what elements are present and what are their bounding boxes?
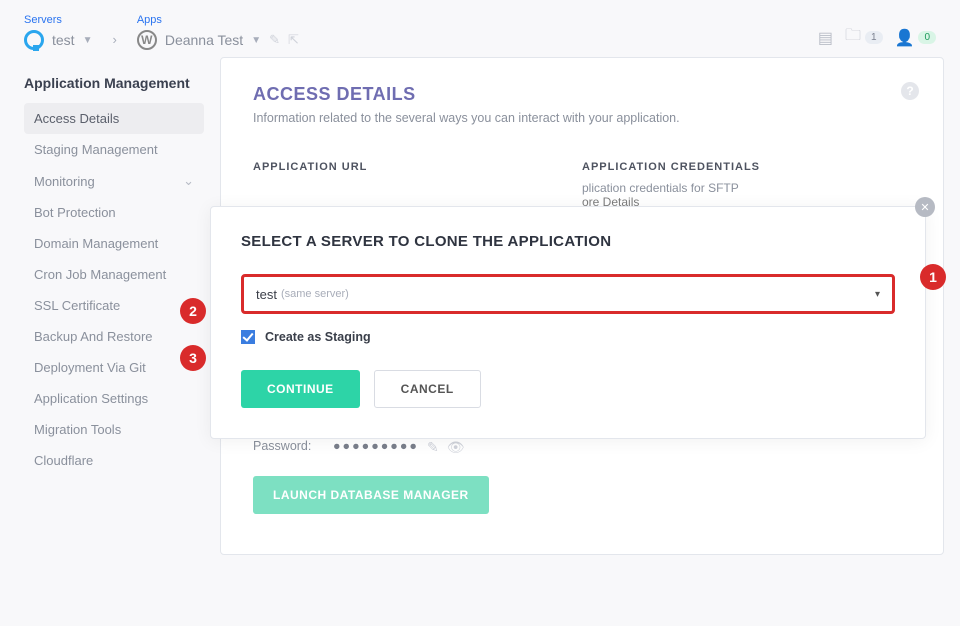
sidebar-item-label: SSL Certificate xyxy=(34,298,120,313)
breadcrumb: Servers test ▼ › Apps W Deanna Test ▼ ✎ … xyxy=(24,14,299,50)
digitalocean-icon xyxy=(24,30,44,50)
annotation-marker-2: 2 xyxy=(180,298,206,324)
server-select-value: test xyxy=(256,287,277,302)
caret-down-icon: ▾ xyxy=(875,289,880,300)
caret-down-icon[interactable]: ▼ xyxy=(251,35,261,46)
sidebar-item-deployment-via-git[interactable]: Deployment Via Git xyxy=(24,352,204,383)
crumb-app-name: Deanna Test xyxy=(165,32,243,48)
sidebar-item-bot-protection[interactable]: Bot Protection xyxy=(24,197,204,228)
caret-down-icon[interactable]: ▼ xyxy=(83,35,93,46)
server-select-dropdown[interactable]: test (same server) ▾ xyxy=(241,274,895,314)
projects-icon[interactable]: 🗀1 xyxy=(845,24,883,51)
crumb-apps-label: Apps xyxy=(137,14,299,26)
sidebar-title: Application Management xyxy=(24,75,204,91)
create-as-staging-row[interactable]: Create as Staging xyxy=(241,330,895,344)
clone-application-modal: ✕ SELECT A SERVER TO CLONE THE APPLICATI… xyxy=(210,206,926,439)
sidebar-item-label: Application Settings xyxy=(34,391,148,406)
sidebar: Application Management Access Details Sta… xyxy=(24,57,204,555)
annotation-marker-3: 3 xyxy=(180,345,206,371)
modal-title: SELECT A SERVER TO CLONE THE APPLICATION xyxy=(241,233,895,250)
sidebar-item-label: Cloudflare xyxy=(34,453,93,468)
sidebar-item-domain-management[interactable]: Domain Management xyxy=(24,228,204,259)
pencil-icon[interactable]: ✎ xyxy=(427,439,439,456)
sidebar-item-application-settings[interactable]: Application Settings xyxy=(24,383,204,414)
sidebar-item-label: Staging Management xyxy=(34,142,158,157)
chevron-down-icon: ⌄ xyxy=(183,173,194,189)
sidebar-item-staging-management[interactable]: Staging Management xyxy=(24,134,204,165)
app-credentials-heading: APPLICATION CREDENTIALS xyxy=(582,161,911,173)
user-icon[interactable]: 👤0 xyxy=(895,28,936,48)
sidebar-item-label: Deployment Via Git xyxy=(34,360,146,375)
help-icon[interactable]: ? xyxy=(901,82,919,100)
create-as-staging-checkbox[interactable] xyxy=(241,330,255,344)
page-subtitle: Information related to the several ways … xyxy=(253,111,911,125)
sidebar-item-label: Backup And Restore xyxy=(34,329,153,344)
sidebar-item-monitoring[interactable]: Monitoring ⌄ xyxy=(24,165,204,197)
sidebar-item-label: Bot Protection xyxy=(34,205,116,220)
create-as-staging-label: Create as Staging xyxy=(265,330,371,344)
sidebar-item-label: Migration Tools xyxy=(34,422,121,437)
credentials-text-fragment: plication credentials for SFTP xyxy=(582,181,739,195)
app-url-heading: APPLICATION URL xyxy=(253,161,582,173)
external-link-icon[interactable]: ⇱ xyxy=(288,32,299,48)
eye-icon[interactable]: 👁 xyxy=(447,439,465,456)
sidebar-item-backup-and-restore[interactable]: Backup And Restore xyxy=(24,321,204,352)
sidebar-item-ssl-certificate[interactable]: SSL Certificate xyxy=(24,290,204,321)
sidebar-item-label: Domain Management xyxy=(34,236,158,251)
server-view-icon[interactable]: ▤ xyxy=(818,28,833,48)
sidebar-item-label: Monitoring xyxy=(34,174,95,189)
sidebar-item-cloudflare[interactable]: Cloudflare xyxy=(24,445,204,476)
crumb-servers[interactable]: Servers test ▼ xyxy=(24,14,92,50)
crumb-apps[interactable]: Apps W Deanna Test ▼ ✎ ⇱ xyxy=(137,14,299,50)
cancel-button[interactable]: CANCEL xyxy=(374,370,481,408)
top-right-icons: ▤ 🗀1 👤0 xyxy=(818,14,936,51)
user-badge: 0 xyxy=(918,31,936,44)
annotation-marker-1: 1 xyxy=(920,264,946,290)
pencil-icon[interactable]: ✎ xyxy=(269,32,280,48)
sidebar-item-migration-tools[interactable]: Migration Tools xyxy=(24,414,204,445)
password-label: Password: xyxy=(253,439,333,456)
sidebar-item-cron-job-management[interactable]: Cron Job Management xyxy=(24,259,204,290)
top-bar: Servers test ▼ › Apps W Deanna Test ▼ ✎ … xyxy=(0,0,960,57)
close-icon[interactable]: ✕ xyxy=(915,197,935,217)
crumb-server-name: test xyxy=(52,32,75,48)
password-mask: ●●●●●●●●● xyxy=(333,439,419,456)
wordpress-icon: W xyxy=(137,30,157,50)
projects-badge: 1 xyxy=(865,31,883,44)
sidebar-item-label: Access Details xyxy=(34,111,119,126)
server-select-hint: (same server) xyxy=(281,288,349,300)
page-title: ACCESS DETAILS xyxy=(253,84,911,105)
sidebar-item-label: Cron Job Management xyxy=(34,267,166,282)
sidebar-item-access-details[interactable]: Access Details xyxy=(24,103,204,134)
launch-database-manager-button[interactable]: LAUNCH DATABASE MANAGER xyxy=(253,476,489,514)
crumb-servers-label: Servers xyxy=(24,14,92,26)
chevron-right-icon: › xyxy=(112,32,116,47)
continue-button[interactable]: CONTINUE xyxy=(241,370,360,408)
